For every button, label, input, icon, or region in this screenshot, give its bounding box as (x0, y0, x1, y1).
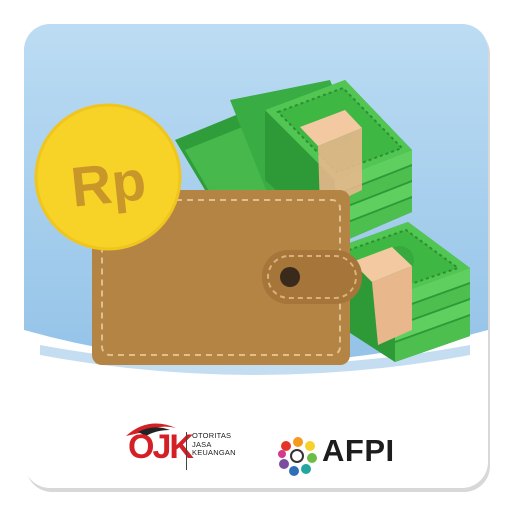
afpi-text: AFPI (322, 433, 395, 468)
app-icon[interactable]: Rp OJK OTORITAS JASA KEUANGAN AFPI (0, 0, 512, 512)
app-icon-artwork: Rp (24, 24, 490, 492)
ojk-line-3: KEUANGAN (192, 448, 236, 457)
currency-symbol: Rp (68, 148, 149, 218)
ojk-letters: OJK (128, 428, 194, 466)
ojk-divider (186, 432, 187, 470)
wallet-button-icon (280, 267, 300, 287)
ojk-name: OTORITAS JASA KEUANGAN (192, 431, 236, 458)
afpi-emblem-icon (278, 437, 317, 476)
